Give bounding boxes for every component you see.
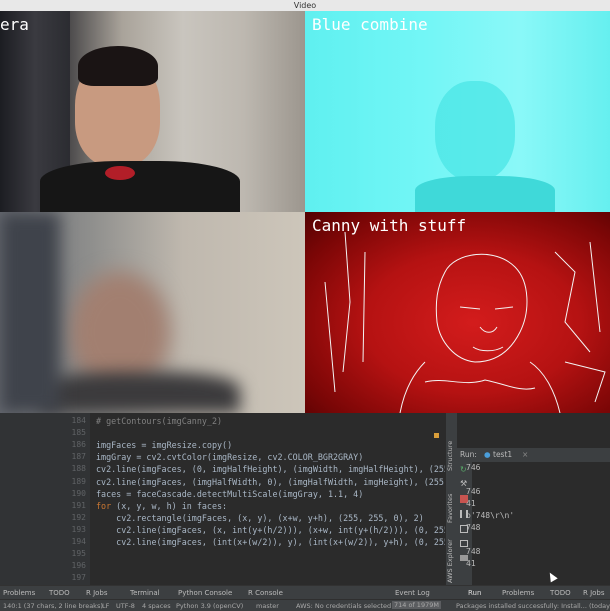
terminal-tab[interactable]: Terminal: [130, 589, 160, 597]
output-line: 41: [466, 499, 476, 508]
r-jobs-tab-2[interactable]: R Jobs: [583, 589, 605, 597]
todo-tab[interactable]: TODO: [49, 589, 70, 597]
blurred-body: [40, 372, 240, 413]
line-number: 188: [71, 464, 86, 474]
code-line[interactable]: cv2.line(imgFaces, (imgHalfWidth, 0), (i…: [96, 477, 449, 487]
code-text: (x, y, w, h) in faces:: [116, 500, 228, 511]
output-line: 41: [466, 559, 476, 568]
cursor-position[interactable]: 140:1 (37 chars, 2 line breaks): [3, 602, 103, 610]
problems-tab-2[interactable]: Problems: [502, 589, 534, 597]
canny-pane: Canny with stuff: [305, 212, 610, 413]
run-config-tab[interactable]: test1: [493, 448, 512, 462]
blue-combine-label: Blue combine: [312, 15, 428, 34]
canny-label: Canny with stuff: [312, 216, 467, 235]
aws-status[interactable]: AWS: No credentials selected: [296, 602, 391, 610]
git-branch[interactable]: master: [256, 602, 279, 610]
warning-marker[interactable]: [434, 433, 439, 438]
run-header: Run: ● test1 ×: [456, 448, 610, 462]
face-region: [435, 81, 515, 181]
output-line: 746: [466, 487, 481, 496]
code-line[interactable]: cv2.line(imgFaces, (x, int(y+(h/2))), (x…: [96, 525, 449, 535]
canny-edges: [324, 231, 606, 413]
line-number: 195: [71, 549, 86, 559]
line-number: 185: [71, 428, 86, 438]
run-label: Run:: [460, 450, 477, 459]
line-separator[interactable]: LF: [102, 602, 109, 610]
shirt-region: [40, 161, 240, 212]
code-line[interactable]: for (x, y, w, h) in faces:: [96, 501, 227, 511]
shirt-region: [415, 176, 555, 212]
camera-pane: era: [0, 11, 305, 212]
line-number: 190: [71, 488, 86, 498]
line-number: 194: [71, 537, 86, 546]
run-tab[interactable]: Run: [468, 589, 481, 597]
tool-window-bar: Problems TODO R Jobs Terminal Python Con…: [0, 585, 610, 600]
keyword: for: [96, 500, 117, 511]
indent-setting[interactable]: 4 spaces: [142, 602, 171, 610]
code-line[interactable]: cv2.line(imgFaces, (0, imgHalfHeight), (…: [96, 464, 449, 474]
code-line[interactable]: faces = faceCascade.detectMultiScale(img…: [96, 489, 363, 499]
python-console-tab[interactable]: Python Console: [178, 589, 232, 597]
output-line: 748: [466, 547, 481, 556]
blur-pane: [0, 212, 305, 413]
line-gutter: [0, 413, 90, 585]
output-line: b'748\r\n': [466, 511, 515, 520]
line-number: 192: [71, 512, 86, 522]
code-line[interactable]: # getContours(imgCanny_2): [96, 416, 222, 426]
line-number: 184: [71, 416, 86, 425]
event-message[interactable]: Packages installed successfully: Install…: [456, 602, 610, 610]
r-console-tab[interactable]: R Console: [248, 589, 283, 597]
code-line[interactable]: imgFaces = imgResize.copy(): [96, 440, 232, 450]
ide-window: 184 # getContours(imgCanny_2) 185 186 imgFac…: [0, 413, 610, 611]
problems-tab[interactable]: Problems: [3, 589, 35, 597]
blue-combine-pane: Blue combine: [305, 11, 610, 212]
r-jobs-tab[interactable]: R Jobs: [86, 589, 108, 597]
print-icon[interactable]: [460, 540, 468, 547]
todo-tab-2[interactable]: TODO: [550, 589, 571, 597]
line-number: 187: [71, 452, 86, 462]
close-icon[interactable]: ×: [522, 448, 528, 462]
python-icon: ●: [484, 450, 491, 459]
status-bar: 140:1 (37 chars, 2 line breaks) LF UTF-8…: [0, 599, 610, 611]
output-line: 746: [466, 463, 481, 472]
code-line[interactable]: cv2.line(imgFaces, (int(x+(w/2)), y), (i…: [96, 537, 449, 547]
line-number: 189: [71, 476, 86, 486]
code-line[interactable]: imgGray = cv2.cvtColor(imgResize, cv2.CO…: [96, 452, 363, 462]
lips-region: [105, 166, 135, 180]
blurred-left: [0, 212, 60, 413]
line-number: 197: [71, 573, 86, 583]
line-number: 191: [71, 500, 86, 510]
window-title: Video: [293, 1, 317, 10]
line-number: 196: [71, 561, 86, 571]
code-editor[interactable]: 184 # getContours(imgCanny_2) 185 186 imgFac…: [0, 413, 449, 585]
output-line: 748: [466, 523, 481, 532]
memory-indicator[interactable]: 714 of 1979M: [392, 601, 441, 609]
hair-region: [78, 46, 158, 86]
event-log-tab[interactable]: Event Log: [395, 589, 430, 597]
line-number: 193: [71, 524, 86, 534]
interpreter[interactable]: Python 3.9 (openCV): [176, 602, 243, 610]
file-encoding[interactable]: UTF-8: [116, 602, 135, 610]
camera-label: era: [0, 15, 29, 34]
code-line[interactable]: cv2.rectangle(imgFaces, (x, y), (x+w, y+…: [96, 513, 424, 523]
line-number: 186: [71, 440, 86, 450]
